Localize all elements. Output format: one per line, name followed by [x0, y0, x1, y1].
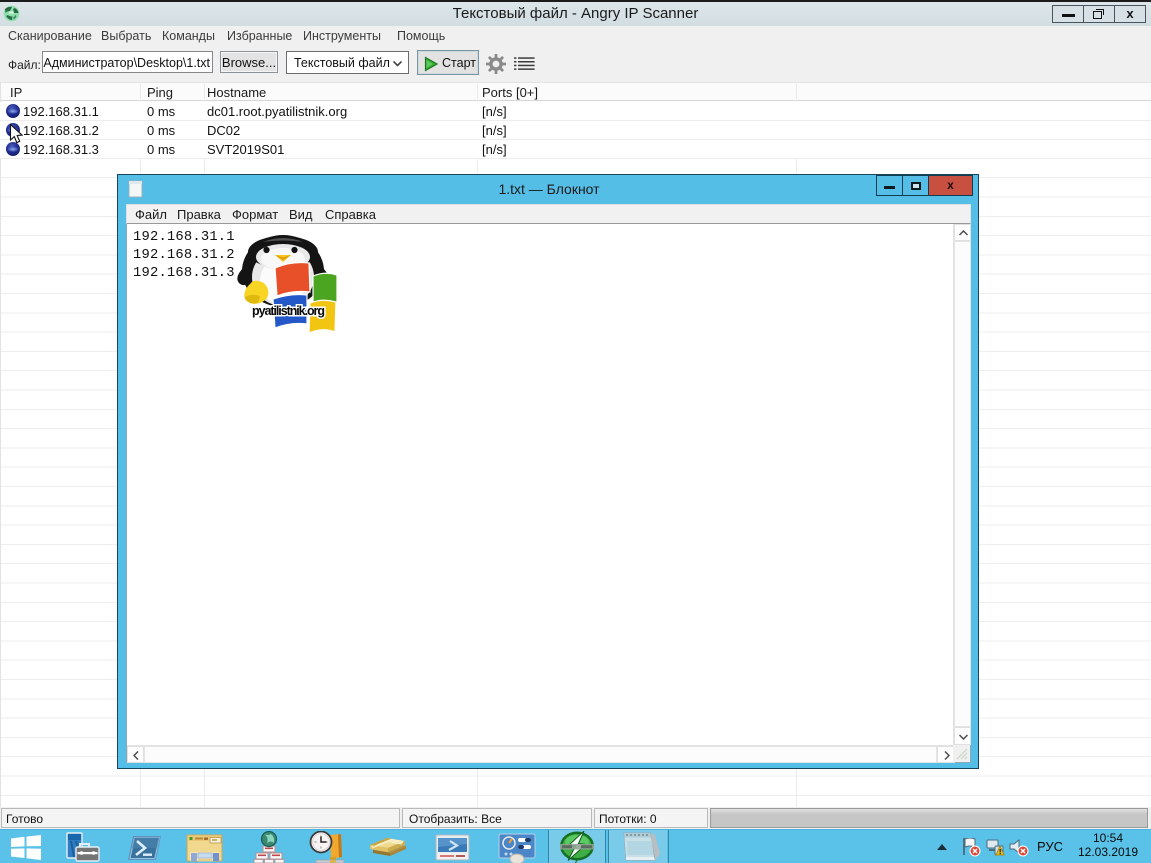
svg-text:pyatilistnik.org: pyatilistnik.org [252, 304, 325, 318]
